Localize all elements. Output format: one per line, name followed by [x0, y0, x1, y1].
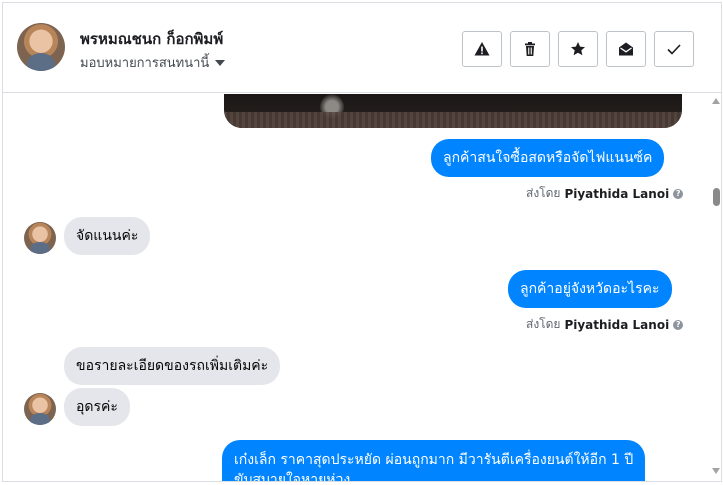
assign-label: มอบหมายการสนทนานี้	[80, 56, 210, 71]
message-thread[interactable]: ลูกค้าสนใจซื้อสดหรือจัดไฟแนนซ์ค ส่งโดย P…	[3, 94, 710, 481]
sent-by-agent[interactable]: Piyathida Lanoi	[564, 318, 669, 332]
caret-down-icon	[215, 59, 226, 66]
message-bubble-outgoing: เก๋งเล็ก ราคาสุดประหยัด ผ่อนถูกมาก มีวาร…	[222, 440, 646, 481]
scroll-up-arrow-icon[interactable]	[712, 98, 720, 104]
conversation-panel: พรหมณชนก ก็อกพิมพ์ มอบหมายการสนทนานี้ ลู…	[2, 2, 722, 482]
report-spam-button[interactable]	[462, 31, 502, 67]
header-actions	[462, 31, 694, 67]
mark-done-button[interactable]	[654, 31, 694, 67]
assign-conversation-dropdown[interactable]: มอบหมายการสนทนานี้	[80, 52, 226, 73]
message-bubble-outgoing: ลูกค้าอยู่จังหวัดอะไรคะ	[508, 270, 672, 308]
message-line: ขับสบายใจหายห่วง	[234, 472, 351, 481]
scroll-down-arrow-icon[interactable]	[712, 468, 720, 474]
thread-scrollbar[interactable]	[711, 94, 721, 481]
contact-avatar[interactable]	[17, 23, 65, 71]
check-icon	[667, 44, 681, 55]
conversation-header: พรหมณชนก ก็อกพิมพ์ มอบหมายการสนทนานี้	[3, 3, 721, 93]
message-bubble-incoming: จัดแนนค่ะ	[64, 217, 151, 255]
sent-by-label: ส่งโดย Piyathida Lanoi ?	[526, 184, 684, 203]
scroll-thumb[interactable]	[713, 188, 720, 206]
sent-by-prefix: ส่งโดย	[526, 186, 561, 200]
mark-unread-button[interactable]	[606, 31, 646, 67]
message-bubble-incoming: อุดรค่ะ	[64, 388, 130, 426]
contact-name[interactable]: พรหมณชนก ก็อกพิมพ์	[80, 27, 223, 51]
info-icon[interactable]: ?	[673, 319, 684, 330]
warning-icon	[474, 42, 490, 56]
sent-by-prefix: ส่งโดย	[526, 317, 561, 331]
contact-avatar-small[interactable]	[24, 393, 56, 425]
delete-button[interactable]	[510, 31, 550, 67]
message-line: เก๋งเล็ก ราคาสุดประหยัด ผ่อนถูกมาก มีวาร…	[234, 452, 634, 468]
message-bubble-incoming: ขอรายละเอียดของรถเพิ่มเติมค่ะ	[64, 347, 281, 385]
envelope-open-icon	[619, 42, 633, 56]
sent-by-agent[interactable]: Piyathida Lanoi	[564, 187, 669, 201]
sent-by-label: ส่งโดย Piyathida Lanoi ?	[526, 315, 684, 334]
star-button[interactable]	[558, 31, 598, 67]
info-icon[interactable]: ?	[673, 188, 684, 199]
image-attachment[interactable]	[224, 94, 682, 128]
trash-icon	[525, 42, 535, 56]
message-bubble-outgoing: ลูกค้าสนใจซื้อสดหรือจัดไฟแนนซ์ค	[431, 139, 665, 177]
contact-avatar-small[interactable]	[24, 222, 56, 254]
star-icon	[571, 42, 585, 56]
